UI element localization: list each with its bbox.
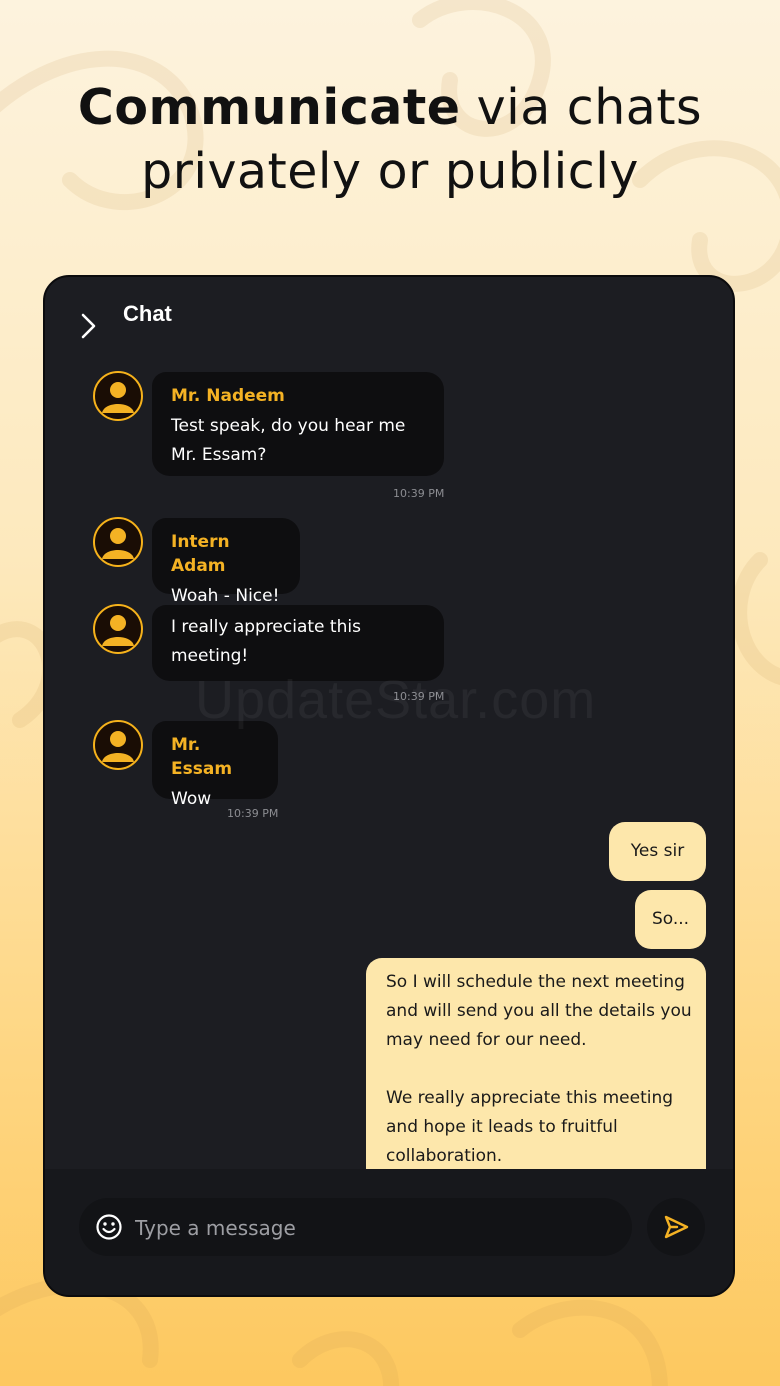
message-time: 10:39 PM (227, 807, 279, 820)
message-time: 10:39 PM (393, 690, 445, 703)
chevron-right-icon[interactable] (77, 311, 99, 341)
message-text: I really appreciate this (171, 617, 361, 637)
message-text: So I will schedule the next meeting (386, 972, 685, 992)
message-bubble[interactable]: Intern Adam Woah - Nice! (152, 518, 300, 606)
message-text: meeting! (171, 646, 249, 666)
message-input[interactable] (133, 1198, 617, 1258)
message-composer (45, 1169, 733, 1295)
outgoing-bubble[interactable]: So... (635, 890, 706, 949)
message-text: and hope it leads to fruitful (386, 1117, 618, 1137)
sender-name: Mr. Nadeem (171, 386, 285, 406)
avatar[interactable] (93, 720, 143, 770)
avatar[interactable] (93, 371, 143, 421)
message-text: and will send you all the details you (386, 1001, 692, 1021)
user-icon (102, 528, 134, 559)
avatar[interactable] (93, 604, 143, 654)
avatar[interactable] (93, 517, 143, 567)
headline-bold: Communicate (77, 79, 461, 136)
message-input-box (79, 1198, 632, 1258)
sender-name: Intern Adam (171, 532, 230, 576)
send-icon (664, 1215, 689, 1239)
user-icon (102, 382, 134, 413)
smiley-icon[interactable] (95, 1213, 123, 1241)
message-text: Mr. Essam? (171, 445, 267, 465)
message-time: 10:39 PM (393, 487, 445, 500)
message-bubble[interactable]: Mr. Nadeem Test speak, do you hear me Mr… (152, 372, 444, 476)
message-text: may need for our need. (386, 1030, 587, 1050)
outgoing-bubble[interactable]: So I will schedule the next meeting and … (366, 958, 706, 1193)
chat-panel: Chat Mr. Nadeem Test speak, do you hear … (43, 275, 735, 1297)
user-icon (102, 731, 134, 762)
message-text: Test speak, do you hear me (171, 416, 406, 436)
headline-rest: via chats (460, 79, 703, 136)
message-text: We really appreciate this meeting (386, 1088, 674, 1108)
message-text: collaboration. (386, 1146, 503, 1166)
message-bubble[interactable]: I really appreciate this meeting! (152, 605, 444, 681)
send-button[interactable] (647, 1198, 705, 1256)
headline: Communicate via chats privately or publi… (0, 76, 780, 204)
chat-header: Chat (45, 277, 733, 357)
user-icon (102, 615, 134, 646)
chat-title: Chat (123, 301, 172, 326)
outgoing-bubble[interactable]: Yes sir (609, 822, 706, 881)
sender-name: Mr. Essam (171, 735, 233, 779)
headline-line2: privately or publicly (141, 143, 639, 200)
message-bubble[interactable]: Mr. Essam Wow (152, 721, 278, 809)
